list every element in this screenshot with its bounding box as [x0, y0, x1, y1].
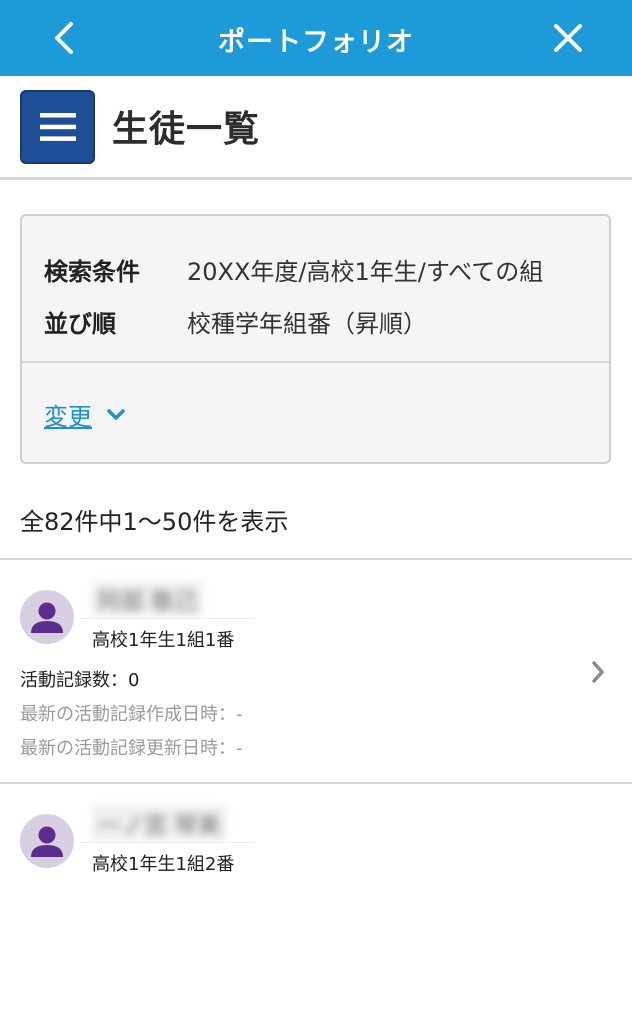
top-app-bar: ポートフォリオ: [0, 0, 632, 76]
page-title: 生徒一覧: [112, 109, 261, 150]
activity-record-count: 活動記録数：0: [20, 670, 140, 691]
result-count: 全82件中1～50件を表示: [20, 508, 289, 536]
last-created-datetime: 最新の活動記録作成日時：-: [20, 704, 243, 725]
student-name: 阿部 敬己: [92, 582, 204, 616]
name-underline: [80, 618, 255, 619]
menu-button[interactable]: [20, 90, 95, 164]
person-icon: [31, 826, 63, 857]
close-button[interactable]: [538, 14, 598, 62]
page-header: 生徒一覧: [0, 76, 632, 180]
student-name: 一ノ宮 琴美: [92, 806, 227, 840]
hamburger-menu-icon: [39, 113, 76, 141]
search-condition-panel: 検索条件 20XX年度/高校1年生/すべての組 並び順 校種学年組番（昇順） 変…: [20, 214, 611, 464]
change-conditions-link[interactable]: 変更: [44, 397, 126, 432]
search-condition-row: 検索条件 20XX年度/高校1年生/すべての組: [44, 252, 543, 287]
person-icon: [31, 602, 63, 633]
avatar: [20, 814, 74, 868]
avatar: [20, 590, 74, 644]
last-updated-datetime: 最新の活動記録更新日時：-: [20, 738, 243, 759]
sort-order-value: 校種学年組番（昇順）: [187, 310, 427, 338]
close-icon: [554, 24, 582, 52]
student-list-item[interactable]: 一ノ宮 琴美 高校1年生1組2番: [0, 784, 632, 1010]
condition-divider: [22, 361, 609, 363]
sort-order-row: 並び順 校種学年組番（昇順）: [44, 304, 427, 339]
chevron-down-icon: [106, 408, 126, 422]
student-class: 高校1年生1組1番: [92, 630, 235, 651]
student-class: 高校1年生1組2番: [92, 854, 235, 875]
student-list-item[interactable]: 阿部 敬己 高校1年生1組1番 活動記録数：0 最新の活動記録作成日時：- 最新…: [0, 560, 632, 786]
change-label: 変更: [44, 403, 92, 431]
sort-order-label: 並び順: [44, 310, 116, 338]
name-underline: [80, 842, 255, 843]
chevron-right-icon: [590, 660, 606, 688]
search-condition-label: 検索条件: [44, 258, 140, 286]
search-condition-value: 20XX年度/高校1年生/すべての組: [187, 258, 544, 286]
